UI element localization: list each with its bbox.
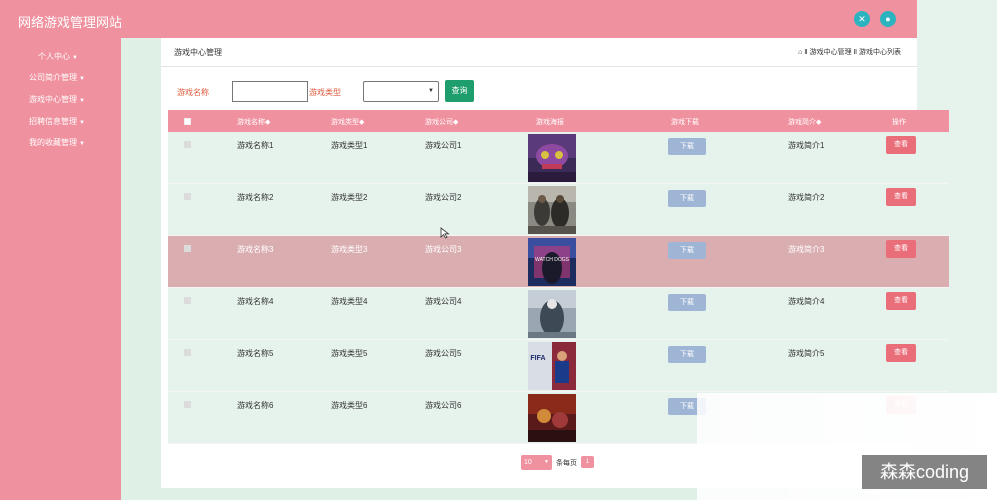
- breadcrumb[interactable]: ⌂ Ⅱ 游戏中心管理 Ⅱ 游戏中心列表: [798, 47, 901, 57]
- view-button[interactable]: 查看: [886, 344, 916, 362]
- column-header-download: 游戏下载: [671, 119, 699, 126]
- cell-company: 游戏公司3: [425, 245, 462, 254]
- view-button[interactable]: 查看: [886, 136, 916, 154]
- search-type-label: 游戏类型: [309, 88, 341, 97]
- game-poster-image: WATCH DOGS: [528, 238, 576, 286]
- cell-name: 游戏名称5: [237, 349, 274, 358]
- cell-company: 游戏公司5: [425, 349, 462, 358]
- page-size-select[interactable]: 10 ▼: [521, 455, 552, 470]
- page-size-value: 10: [524, 459, 532, 466]
- view-button[interactable]: 查看: [886, 292, 916, 310]
- row-checkbox[interactable]: [184, 141, 191, 148]
- column-header-company[interactable]: 游戏公司◆: [425, 117, 458, 127]
- cell-type: 游戏类型4: [331, 297, 368, 306]
- poster-text: FIFA: [530, 355, 545, 362]
- sidebar-item-label: 个人中心: [38, 52, 70, 61]
- sidebar-item-label: 公司简介管理: [29, 73, 77, 82]
- watermark: 森森coding: [862, 455, 987, 489]
- cell-name: 游戏名称2: [237, 193, 274, 202]
- search-type-select[interactable]: ▼: [363, 81, 439, 102]
- cell-type: 游戏类型3: [331, 245, 368, 254]
- table-row[interactable]: 游戏名称1 游戏类型1 游戏公司1 下载 游戏简介1 查看: [168, 132, 949, 184]
- top-bar: 网络游戏管理网站 ✕ ●: [0, 0, 997, 38]
- row-checkbox[interactable]: [184, 401, 191, 408]
- page-number[interactable]: 1: [581, 456, 594, 468]
- cell-name: 游戏名称3: [237, 245, 274, 254]
- cell-intro: 游戏简介5: [788, 349, 825, 358]
- download-button[interactable]: 下载: [668, 346, 706, 363]
- column-header-intro[interactable]: 游戏简介◆: [788, 117, 821, 127]
- sidebar-item-label: 我的收藏管理: [29, 138, 77, 147]
- caret-down-icon: ▼: [79, 98, 85, 104]
- select-all-checkbox[interactable]: [184, 118, 191, 125]
- table-header: 游戏名称◆ 游戏类型◆ 游戏公司◆ 游戏海报 游戏下载 游戏简介◆ 操作: [168, 110, 949, 132]
- cell-intro: 游戏简介3: [788, 245, 825, 254]
- table-row[interactable]: 游戏名称3 游戏类型3 游戏公司3 WATCH DOGS 下载 游戏简介3 查看: [168, 236, 949, 288]
- cell-company: 游戏公司6: [425, 401, 462, 410]
- table-row[interactable]: 游戏名称5 游戏类型5 游戏公司5 FIFA 下载 游戏简介5 查看: [168, 340, 949, 392]
- view-button[interactable]: 查看: [886, 188, 916, 206]
- download-button[interactable]: 下载: [668, 190, 706, 207]
- caret-down-icon: ▼: [79, 76, 85, 82]
- cell-intro: 游戏简介2: [788, 193, 825, 202]
- column-header-actions: 操作: [892, 119, 906, 126]
- game-poster-image: FIFA: [528, 342, 576, 390]
- game-poster-image: [528, 186, 576, 234]
- mouse-cursor-icon: [440, 227, 450, 239]
- row-checkbox[interactable]: [184, 193, 191, 200]
- cell-type: 游戏类型1: [331, 141, 368, 150]
- search-name-label: 游戏名称: [177, 88, 209, 97]
- cell-company: 游戏公司4: [425, 297, 462, 306]
- sidebar: 个人中心 ▼ 公司简介管理 ▼ 游戏中心管理 ▼ 招聘信息管理 ▼ 我的收藏管理 ▼: [0, 38, 121, 500]
- app-title: 网络游戏管理网站: [18, 15, 123, 30]
- sidebar-item-label: 游戏中心管理: [29, 95, 77, 104]
- search-button[interactable]: 查询: [445, 80, 474, 102]
- cell-company: 游戏公司1: [425, 141, 462, 150]
- column-header-poster: 游戏海报: [536, 119, 564, 126]
- search-name-input[interactable]: [232, 81, 308, 102]
- row-checkbox[interactable]: [184, 349, 191, 356]
- column-header-type[interactable]: 游戏类型◆: [331, 117, 364, 127]
- row-checkbox[interactable]: [184, 245, 191, 252]
- cell-intro: 游戏简介1: [788, 141, 825, 150]
- user-icon[interactable]: ●: [880, 11, 896, 27]
- panel-header: 游戏中心管理 ⌂ Ⅱ 游戏中心管理 Ⅱ 游戏中心列表: [161, 38, 917, 67]
- row-checkbox[interactable]: [184, 297, 191, 304]
- game-poster-image: [528, 394, 576, 442]
- download-button[interactable]: 下载: [668, 294, 706, 311]
- view-button[interactable]: 查看: [886, 240, 916, 258]
- column-header-name[interactable]: 游戏名称◆: [237, 117, 270, 127]
- chevron-down-icon: ▼: [544, 459, 549, 465]
- caret-down-icon: ▼: [79, 141, 85, 147]
- table-row[interactable]: 游戏名称4 游戏类型4 游戏公司4 下载 游戏简介4 查看: [168, 288, 949, 340]
- cell-name: 游戏名称1: [237, 141, 274, 150]
- game-poster-image: [528, 290, 576, 338]
- caret-down-icon: ▼: [79, 120, 85, 126]
- cell-company: 游戏公司2: [425, 193, 462, 202]
- download-button[interactable]: 下载: [668, 138, 706, 155]
- cell-type: 游戏类型6: [331, 401, 368, 410]
- chevron-down-icon: ▼: [428, 88, 434, 94]
- download-button[interactable]: 下载: [668, 242, 706, 259]
- poster-text: WATCH DOGS: [535, 257, 570, 263]
- cell-name: 游戏名称4: [237, 297, 274, 306]
- game-poster-image: [528, 134, 576, 182]
- table-row[interactable]: 游戏名称2 游戏类型2 游戏公司2 下载 游戏简介2 查看: [168, 184, 949, 236]
- cell-type: 游戏类型5: [331, 349, 368, 358]
- cell-type: 游戏类型2: [331, 193, 368, 202]
- sidebar-item-label: 招聘信息管理: [29, 117, 77, 126]
- caret-down-icon: ▼: [72, 55, 78, 61]
- cell-intro: 游戏简介4: [788, 297, 825, 306]
- page-title: 游戏中心管理: [174, 48, 222, 57]
- expand-icon[interactable]: ✕: [854, 11, 870, 27]
- per-page-label: 条每页: [556, 460, 577, 467]
- cell-name: 游戏名称6: [237, 401, 274, 410]
